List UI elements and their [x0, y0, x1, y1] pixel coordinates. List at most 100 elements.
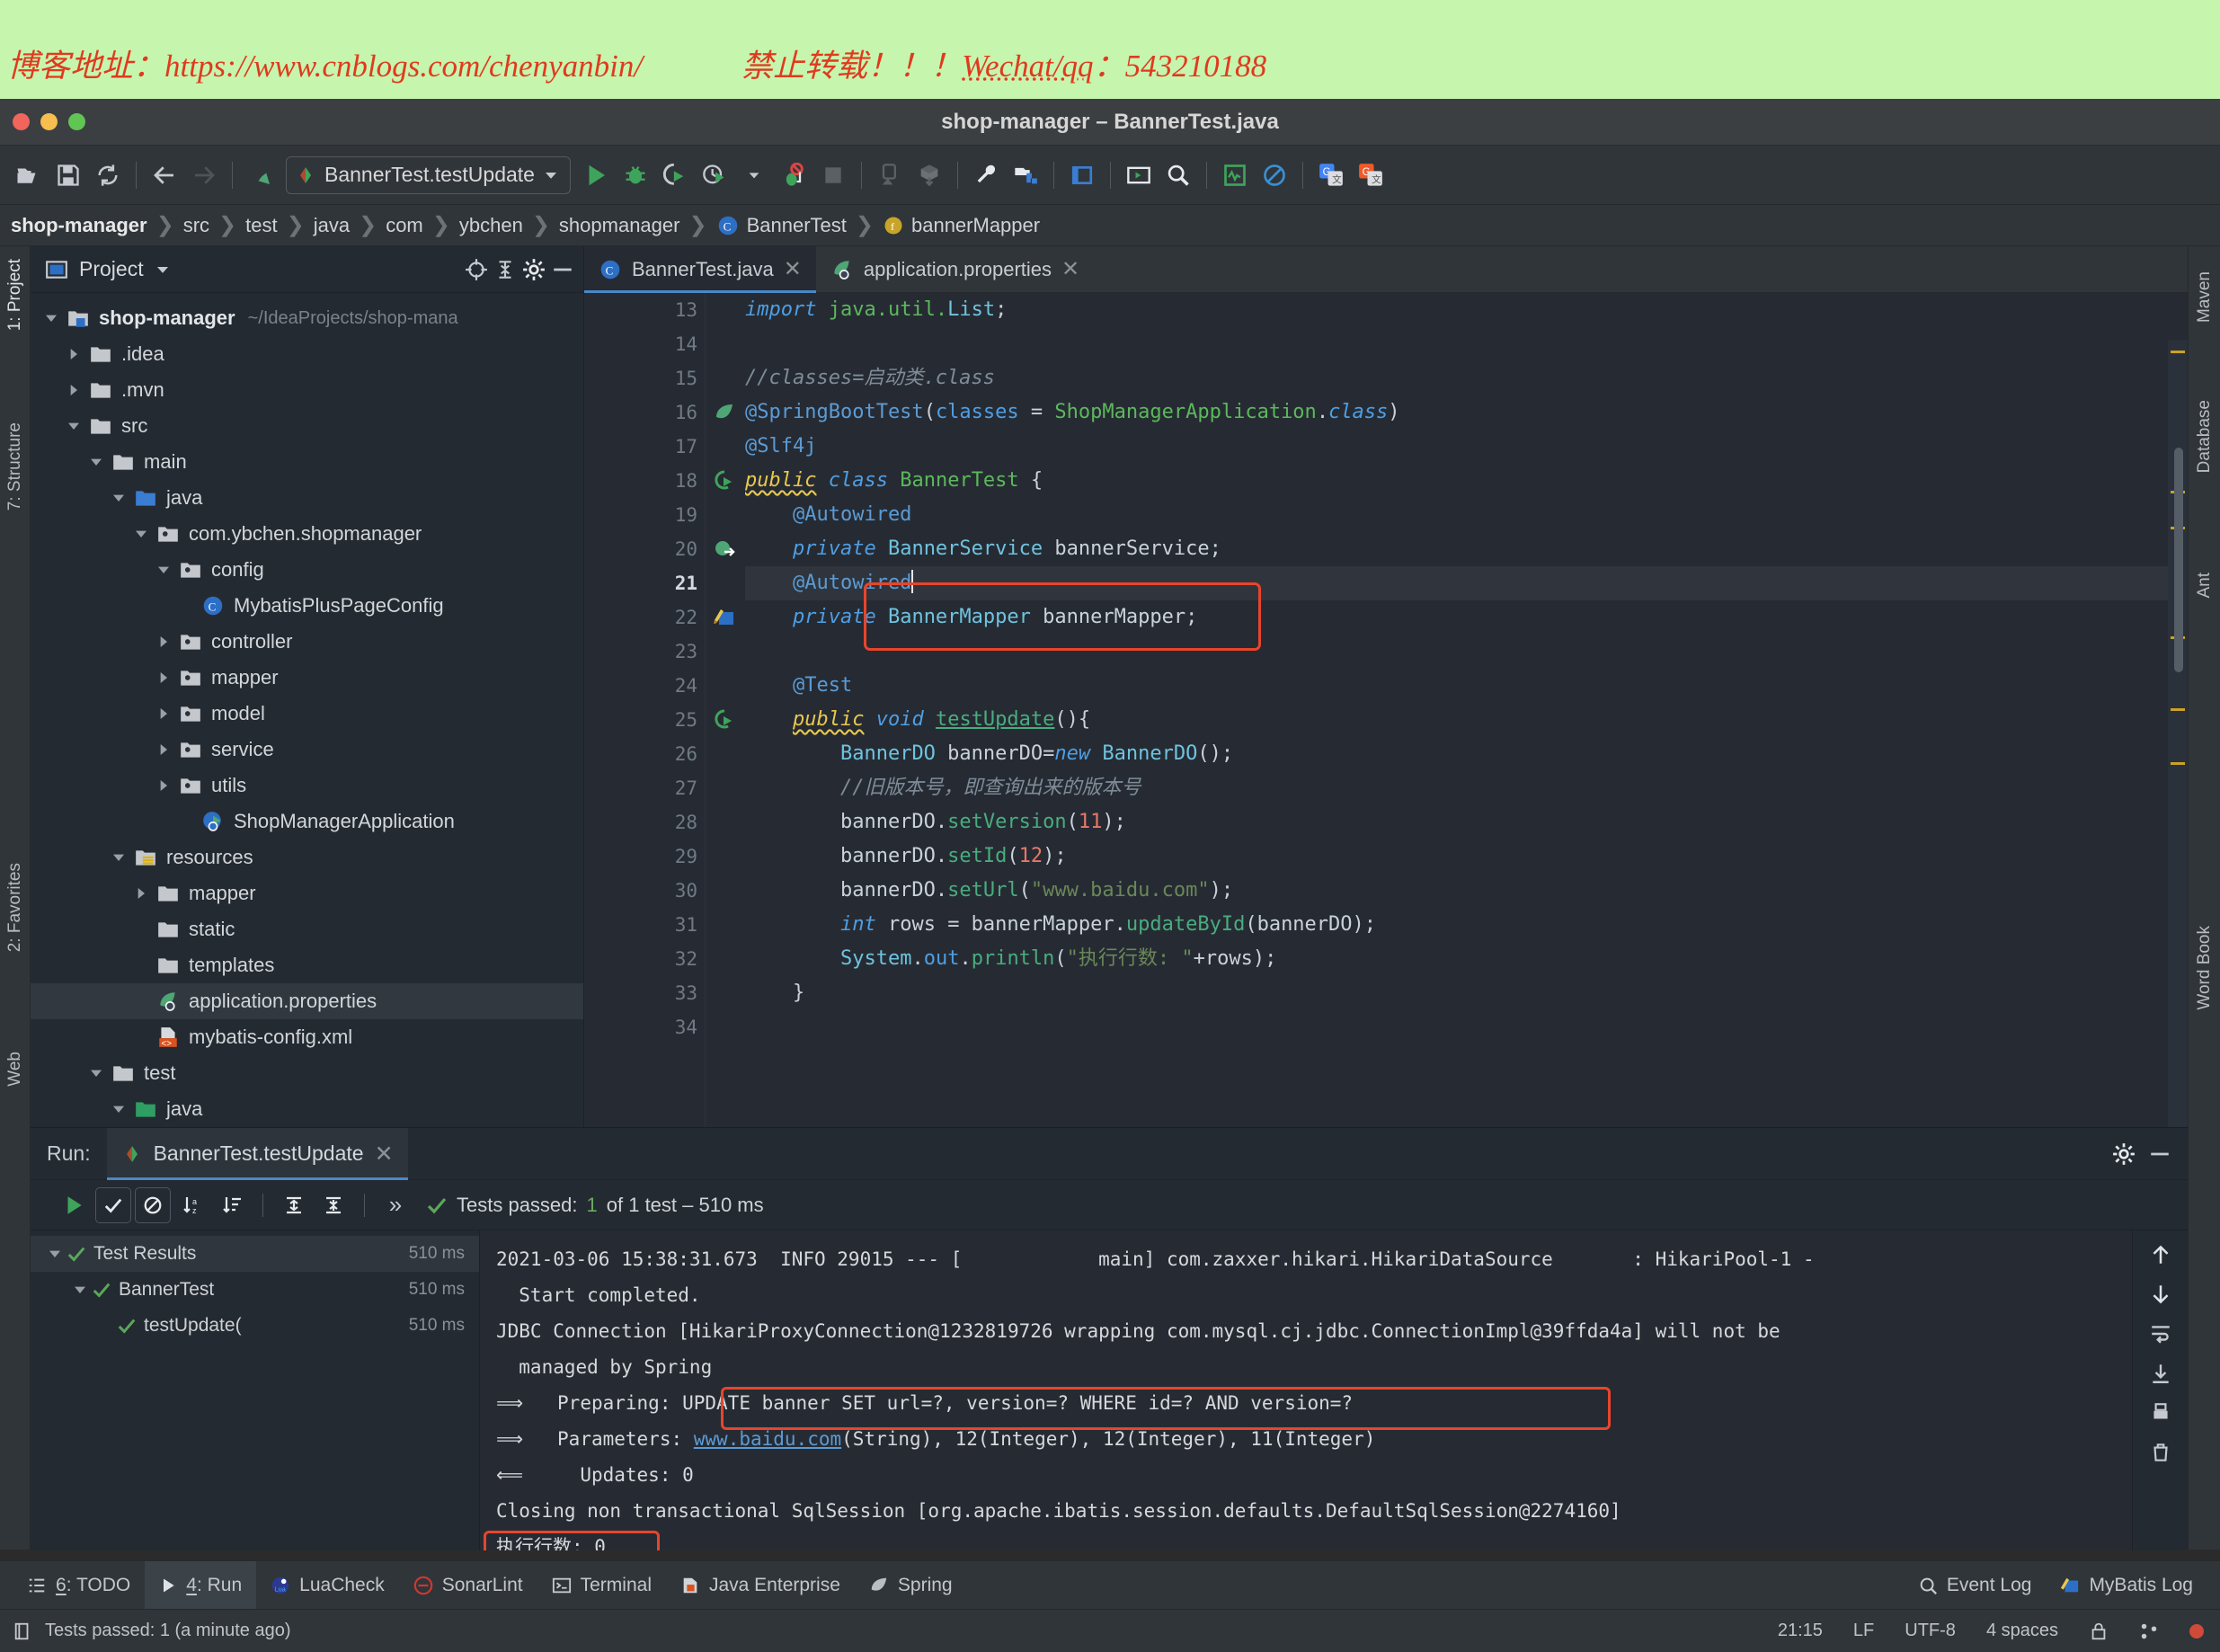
gutter-line-number[interactable]: 28 — [584, 805, 705, 839]
tree-node[interactable]: src — [31, 408, 583, 444]
code-line[interactable]: int rows = bannerMapper.updateById(banne… — [745, 908, 2188, 942]
tool-window-spring[interactable]: Spring — [855, 1561, 967, 1610]
project-structure-icon[interactable] — [1006, 155, 1045, 195]
breadcrumb-item-shop-manager[interactable]: shop-manager — [11, 214, 147, 237]
tree-node[interactable]: resources — [31, 839, 583, 875]
tree-node[interactable]: service — [31, 732, 583, 768]
save-all-icon[interactable] — [49, 155, 88, 195]
tree-arrow-down-icon[interactable] — [68, 1278, 92, 1301]
close-icon[interactable]: ✕ — [1061, 256, 1079, 282]
collapse-all-icon[interactable] — [315, 1187, 351, 1223]
notification-badge[interactable] — [2189, 1624, 2204, 1639]
gutter-line-number[interactable]: 21 — [584, 566, 705, 600]
tree-node[interactable]: CMybatisPlusPageConfig — [31, 588, 583, 624]
tool-window-terminal[interactable]: Terminal — [537, 1561, 666, 1610]
clear-all-icon[interactable] — [2149, 1441, 2172, 1464]
gutter-line-number[interactable]: 18 — [584, 464, 705, 498]
code-line[interactable]: @Slf4j — [745, 430, 2188, 464]
sort-by-duration-icon[interactable] — [214, 1187, 250, 1223]
soft-wrap-icon[interactable] — [2149, 1322, 2172, 1346]
code-line[interactable]: import java.util.List; — [745, 293, 2188, 327]
gutter-line-number[interactable]: 24 — [584, 669, 705, 703]
google-translate-icon[interactable]: G文 — [1311, 155, 1351, 195]
tool-window-sonarlint[interactable]: SonarLint — [399, 1561, 537, 1610]
google-translate-alt-icon[interactable]: G文 — [1351, 155, 1390, 195]
test-tree-row[interactable]: testUpdate(510 ms — [31, 1308, 479, 1344]
breadcrumb-item-src[interactable]: src — [183, 214, 209, 237]
code-line[interactable]: BannerDO bannerDO=new BannerDO(); — [745, 737, 2188, 771]
forward-icon[interactable] — [184, 155, 224, 195]
tree-arrow-down-icon[interactable] — [84, 450, 108, 474]
tree-arrow-down-icon[interactable] — [107, 1097, 130, 1121]
tree-arrow-right-icon[interactable] — [152, 630, 175, 653]
tree-arrow-down-icon[interactable] — [107, 486, 130, 510]
test-results-tree[interactable]: Test Results510 msBannerTest510 mstestUp… — [31, 1230, 480, 1550]
hide-icon[interactable] — [551, 258, 574, 281]
tree-node[interactable]: controller — [31, 624, 583, 660]
gutter-line-number[interactable]: 31 — [584, 908, 705, 942]
status-encoding[interactable]: UTF-8 — [1905, 1621, 1956, 1641]
status-indent[interactable]: 4 spaces — [1986, 1621, 2058, 1641]
gutter-line-number[interactable]: 29 — [584, 839, 705, 874]
tree-arrow-right-icon[interactable] — [62, 342, 85, 366]
open-project-icon[interactable] — [9, 155, 49, 195]
code-line[interactable] — [745, 635, 2188, 669]
console-output[interactable]: 2021-03-06 15:38:31.673 INFO 29015 --- [… — [480, 1230, 2188, 1550]
tree-node[interactable]: .idea — [31, 336, 583, 372]
breadcrumb-item-java[interactable]: java — [314, 214, 350, 237]
breadcrumb-item-ybchen[interactable]: ybchen — [459, 214, 523, 237]
code-line[interactable]: public void testUpdate(){ — [745, 703, 2188, 737]
gutter-line-number[interactable]: 17 — [584, 430, 705, 464]
tool-window-6-todo[interactable]: 6: TODO — [13, 1561, 145, 1610]
git-branch-icon[interactable] — [2139, 1621, 2159, 1641]
tree-node[interactable]: mapper — [31, 875, 583, 911]
code-line[interactable]: } — [745, 976, 2188, 1010]
sdk-manager-icon[interactable] — [1062, 155, 1102, 195]
tree-node[interactable]: com.ybchen.shopmanager — [31, 516, 583, 552]
tree-node[interactable]: java — [31, 1091, 583, 1127]
tree-node[interactable]: java — [31, 480, 583, 516]
status-line-separator[interactable]: LF — [1853, 1621, 1874, 1641]
breadcrumb-item-test[interactable]: test — [245, 214, 277, 237]
code-line[interactable]: bannerDO.setVersion(11); — [745, 805, 2188, 839]
editor-tab-application-properties[interactable]: application.properties✕ — [816, 246, 1094, 292]
maximize-window-button[interactable] — [68, 113, 85, 130]
tool-window-mybatis-log[interactable]: MyBatis Log — [2046, 1561, 2207, 1610]
build-icon[interactable] — [910, 155, 949, 195]
gutter-line-number[interactable]: 33 — [584, 976, 705, 1010]
gutter-line-number[interactable]: 30 — [584, 874, 705, 908]
tree-arrow-down-icon[interactable] — [152, 558, 175, 582]
tool-window-luacheck[interactable]: LuaLuaCheck — [256, 1561, 399, 1610]
console-link[interactable]: www.baidu.com — [694, 1428, 841, 1450]
scroll-up-icon[interactable] — [2149, 1243, 2172, 1266]
settings-wrench-icon[interactable] — [966, 155, 1006, 195]
scroll-to-end-icon[interactable] — [2149, 1362, 2172, 1385]
tree-node[interactable]: static — [31, 911, 583, 947]
tree-node[interactable]: templates — [31, 947, 583, 983]
editor-tab-bannertest-java[interactable]: CBannerTest.java✕ — [584, 246, 816, 292]
gear-icon[interactable] — [2112, 1142, 2136, 1166]
sync-icon[interactable] — [88, 155, 128, 195]
tree-arrow-down-icon[interactable] — [62, 414, 85, 438]
stop-icon[interactable] — [813, 155, 853, 195]
code-line[interactable]: @Autowired — [745, 566, 2188, 600]
code-line[interactable]: bannerDO.setId(12); — [745, 839, 2188, 874]
gutter-line-number[interactable]: 25 — [584, 703, 705, 737]
debug-icon[interactable] — [616, 155, 655, 195]
tool-window-event-log[interactable]: Event Log — [1904, 1561, 2047, 1610]
sidebar-item-word-book[interactable]: Word Book — [2189, 920, 2220, 1082]
gutter-line-number[interactable]: 14 — [584, 327, 705, 361]
tree-node[interactable]: ShopManagerApplication — [31, 804, 583, 839]
stop-debug-icon[interactable] — [774, 155, 813, 195]
tree-arrow-down-icon[interactable] — [40, 306, 63, 330]
gear-icon[interactable] — [522, 258, 546, 281]
tool-window-4-run[interactable]: 4: Run — [145, 1561, 256, 1610]
run-icon[interactable] — [576, 155, 616, 195]
monitor-icon[interactable] — [1215, 155, 1255, 195]
tree-arrow-right-icon[interactable] — [152, 774, 175, 797]
code-line[interactable] — [745, 327, 2188, 361]
code-area[interactable]: 1314151617181920212223242526272829303132… — [584, 293, 2188, 1127]
tree-arrow-down-icon[interactable] — [129, 522, 153, 546]
tree-node[interactable]: config — [31, 552, 583, 588]
back-icon[interactable] — [145, 155, 184, 195]
